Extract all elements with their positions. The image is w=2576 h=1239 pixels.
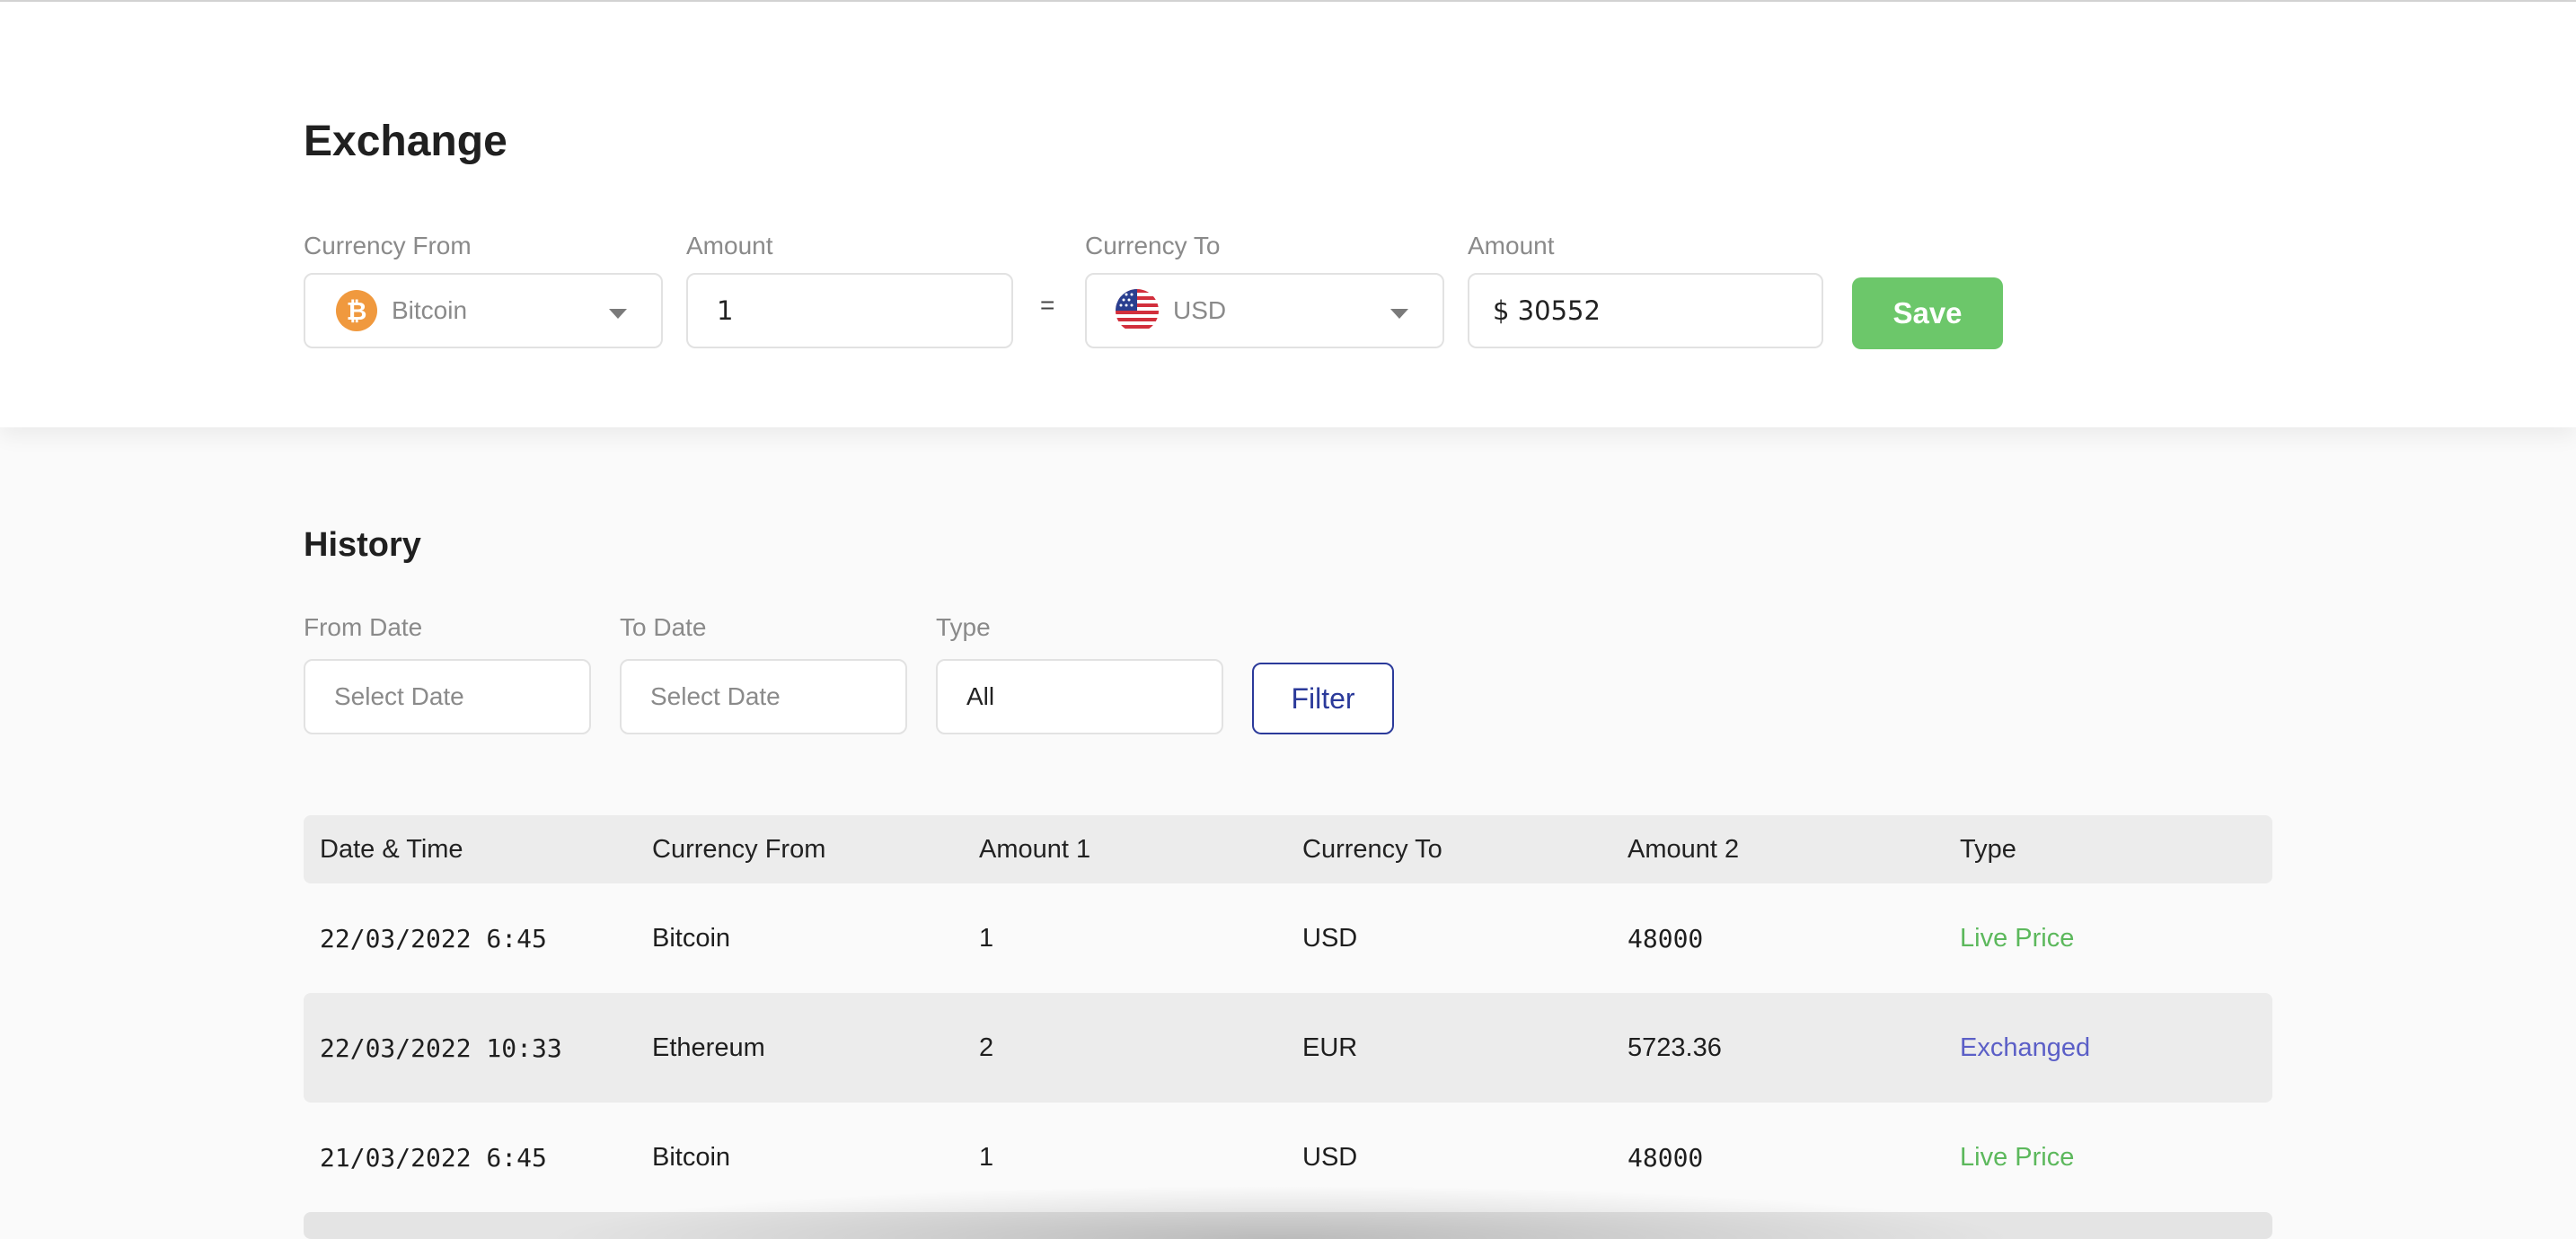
cell-amount2: 48000 bbox=[1628, 923, 1704, 953]
table-header: Date & Time Currency From Amount 1 Curre… bbox=[304, 815, 2272, 883]
column-header: Amount 2 bbox=[1628, 834, 1740, 864]
currency-from-select[interactable]: ₿ Bitcoin bbox=[304, 273, 663, 348]
amount-to-label: Amount bbox=[1468, 232, 1555, 259]
cell-datetime: 21/03/2022 6:45 bbox=[320, 1142, 547, 1173]
column-header: Currency From bbox=[652, 834, 826, 864]
equals-sign: = bbox=[1040, 291, 1055, 319]
type-label: Type bbox=[936, 613, 991, 641]
from-date-label: From Date bbox=[304, 613, 423, 641]
to-date-label: To Date bbox=[620, 613, 707, 641]
page-title: Exchange bbox=[304, 118, 507, 165]
cell-amount1: 1 bbox=[979, 923, 994, 953]
chevron-down-icon bbox=[1390, 309, 1408, 319]
amount-to-value: $ 30552 bbox=[1493, 295, 1601, 326]
currency-from-label: Currency From bbox=[304, 232, 472, 259]
amount-from-label: Amount bbox=[686, 232, 773, 259]
scroll-shadow bbox=[539, 1185, 2021, 1239]
column-header: Type bbox=[1960, 834, 2016, 864]
to-date-placeholder: Select Date bbox=[650, 682, 781, 710]
column-header: Date & Time bbox=[320, 834, 463, 864]
cell-type: Exchanged bbox=[1960, 1032, 2091, 1062]
cell-currency-from: Bitcoin bbox=[652, 923, 731, 953]
amount-to-input[interactable]: $ 30552 bbox=[1468, 273, 1823, 348]
cell-type: Live Price bbox=[1960, 923, 2075, 953]
cell-currency-to: USD bbox=[1302, 923, 1358, 953]
bitcoin-icon: ₿ bbox=[336, 290, 377, 331]
table-row[interactable]: 22/03/2022 6:45 Bitcoin 1 USD 48000 Live… bbox=[304, 883, 2272, 993]
cell-amount1: 2 bbox=[979, 1032, 994, 1062]
history-table: Date & Time Currency From Amount 1 Curre… bbox=[304, 815, 2272, 1212]
currency-from-value: Bitcoin bbox=[392, 296, 468, 324]
currency-to-label: Currency To bbox=[1085, 232, 1221, 259]
cell-amount2: 5723.36 bbox=[1628, 1032, 1722, 1062]
cell-currency-from: Ethereum bbox=[652, 1032, 765, 1062]
to-date-input[interactable]: Select Date bbox=[620, 659, 907, 734]
currency-to-select[interactable]: USD bbox=[1085, 273, 1444, 348]
type-select[interactable]: All bbox=[936, 659, 1223, 734]
from-date-input[interactable]: Select Date bbox=[304, 659, 591, 734]
save-button[interactable]: Save bbox=[1852, 277, 2003, 349]
from-date-placeholder: Select Date bbox=[334, 682, 464, 710]
type-value: All bbox=[966, 682, 995, 710]
column-header: Currency To bbox=[1302, 834, 1442, 864]
exchange-panel: Exchange Currency From ₿ Bitcoin Amount … bbox=[0, 2, 2576, 427]
amount-from-value: 1 bbox=[717, 295, 734, 326]
chevron-down-icon bbox=[609, 309, 627, 319]
amount-from-input[interactable]: 1 bbox=[686, 273, 1013, 348]
cell-datetime: 22/03/2022 6:45 bbox=[320, 923, 547, 953]
table-row[interactable]: 22/03/2022 10:33 Ethereum 2 EUR 5723.36 … bbox=[304, 993, 2272, 1103]
cell-currency-to: EUR bbox=[1302, 1032, 1358, 1062]
cell-datetime: 22/03/2022 10:33 bbox=[320, 1032, 562, 1063]
filter-button[interactable]: Filter bbox=[1252, 663, 1394, 734]
history-title: History bbox=[304, 526, 421, 564]
us-flag-icon bbox=[1116, 289, 1159, 332]
column-header: Amount 1 bbox=[979, 834, 1091, 864]
currency-to-value: USD bbox=[1173, 296, 1227, 324]
